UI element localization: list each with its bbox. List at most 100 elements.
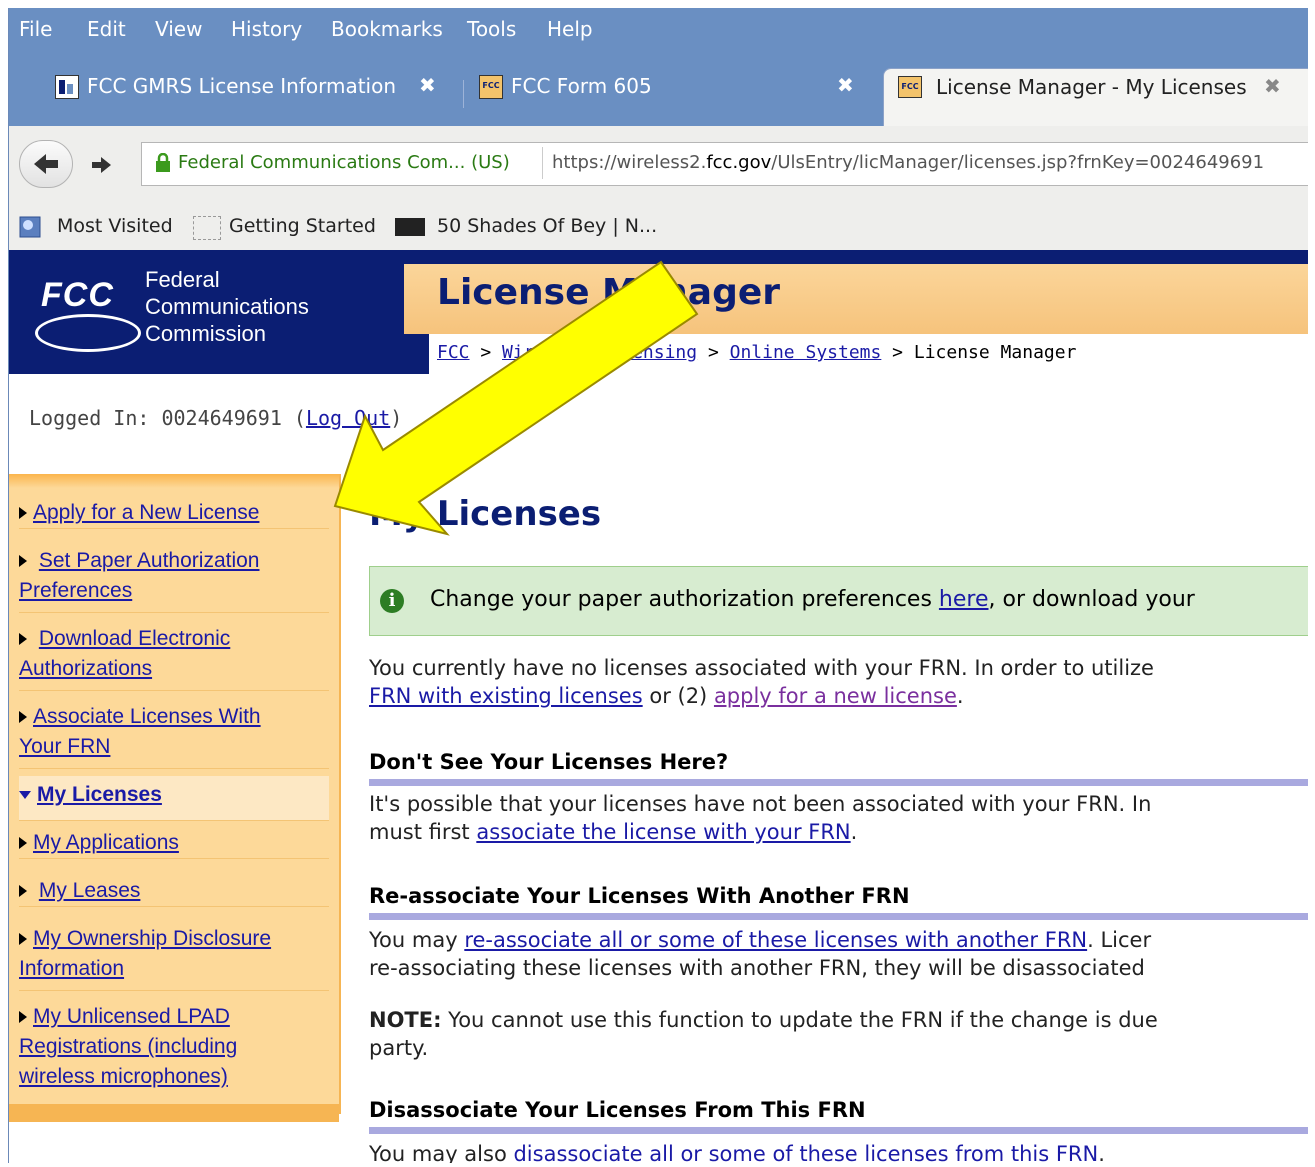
url-separator — [542, 147, 543, 179]
sidebar-item-download[interactable]: Download Electronic Authorizations — [19, 624, 329, 691]
associate-frn-link[interactable]: FRN with existing licenses — [369, 684, 643, 708]
menu-tools[interactable]: Tools — [467, 17, 516, 41]
note-text: NOTE: You cannot use this function to up… — [369, 1006, 1158, 1062]
triangle-right-icon — [19, 555, 27, 568]
triangle-right-icon — [19, 885, 27, 898]
sidebar-item-label: wireless microphones) — [19, 1065, 228, 1088]
disassociate-text: You may also disassociate all or some of… — [369, 1140, 1105, 1163]
bookmark-most-visited[interactable]: Most Visited — [57, 215, 173, 237]
fcc-page-icon — [55, 75, 79, 99]
sidebar-item-my-leases[interactable]: My Leases — [19, 876, 329, 907]
tab-bar: FCC GMRS License Information ✖ FCC FCC F… — [9, 50, 1308, 127]
text-line: party. — [369, 1036, 429, 1060]
sidebar-item-label: Set Paper Authorization — [38, 549, 260, 572]
text-line: You may also disassociate all or some of… — [369, 1140, 1105, 1163]
back-button[interactable] — [19, 140, 73, 188]
sidebar-item-paper-preferences[interactable]: Set Paper Authorization Preferences — [19, 546, 329, 613]
sidebar-item-label: Information — [19, 957, 125, 980]
sidebar-item-label: Registrations (including — [19, 1035, 238, 1058]
breadcrumb-fcc[interactable]: FCC — [437, 342, 470, 363]
agency-name: Federal Communications Commission — [145, 266, 309, 347]
bookmark-getting-started[interactable]: Getting Started — [229, 215, 376, 237]
tab-form-605[interactable]: FCC FCC Form 605 ✖ — [479, 68, 869, 108]
sidebar-item-label: My Ownership Disclosure — [33, 927, 272, 950]
navigation-bar: Federal Communications Com... (US) https… — [9, 126, 1308, 205]
text-fragment: You may — [369, 928, 465, 952]
menu-bar: File Edit View History Bookmarks Tools H… — [9, 8, 1308, 50]
sidebar-item-my-licenses[interactable]: My Licenses — [19, 776, 329, 821]
menu-edit[interactable]: Edit — [87, 17, 126, 41]
reassociate-text: You may re-associate all or some of thes… — [369, 926, 1151, 982]
sidebar-item-apply[interactable]: Apply for a New License — [19, 498, 329, 529]
disassociate-link[interactable]: disassociate all or some of these licens… — [513, 1142, 1098, 1163]
menu-bookmarks[interactable]: Bookmarks — [331, 17, 443, 41]
most-visited-icon — [19, 216, 41, 238]
breadcrumb-current: License Manager — [913, 342, 1077, 363]
text-line: re-associating these licenses with anoth… — [369, 956, 1145, 980]
agency-line3: Commission — [145, 321, 267, 346]
info-icon: i — [380, 589, 404, 613]
text-fragment: You cannot use this function to update t… — [441, 1008, 1158, 1032]
note-label: NOTE: — [369, 1008, 442, 1032]
sidebar-item-label: Associate Licenses With — [33, 705, 261, 728]
apply-new-license-link[interactable]: apply for a new license — [714, 684, 957, 708]
breadcrumb-online-systems[interactable]: Online Systems — [730, 342, 882, 363]
sidebar-item-label: Download Electronic — [38, 627, 231, 650]
section-heading: Disassociate Your Licenses From This FRN — [369, 1098, 1308, 1134]
text-line: You may re-associate all or some of thes… — [369, 926, 1151, 954]
site-identity[interactable]: Federal Communications Com... (US) — [178, 152, 510, 173]
url-path: /UlsEntry/licManager/licenses.jsp?frnKey… — [771, 152, 1265, 173]
tab-gmrs[interactable]: FCC GMRS License Information ✖ — [55, 68, 455, 108]
sidebar-item-associate[interactable]: Associate Licenses With Your FRN — [19, 702, 329, 769]
here-link[interactable]: here — [939, 587, 989, 612]
bookmark-50-shades[interactable]: 50 Shades Of Bey | N... — [437, 215, 657, 237]
sidebar-item-lpad[interactable]: My Unlicensed LPAD Registrations (includi… — [19, 1002, 329, 1096]
text-line: It's possible that your licenses have no… — [369, 792, 1152, 816]
forward-arrow-icon[interactable] — [89, 152, 115, 178]
address-bar[interactable]: Federal Communications Com... (US) https… — [141, 142, 1308, 186]
sidebar-item-ownership[interactable]: My Ownership Disclosure Information — [19, 924, 329, 991]
login-status: Logged In: 0024649691 (Log Out) — [29, 406, 402, 430]
text-fragment: . — [956, 684, 964, 708]
fcc-wordmark: FCC — [41, 276, 114, 314]
tab-license-manager[interactable]: FCC License Manager - My Licenses ✖ — [883, 68, 1308, 127]
mtv-icon — [395, 218, 425, 236]
close-icon[interactable]: ✖ — [1264, 74, 1281, 98]
menu-history[interactable]: History — [231, 17, 302, 41]
close-icon[interactable]: ✖ — [419, 73, 436, 97]
menu-file[interactable]: File — [19, 17, 52, 41]
tab-separator — [463, 80, 464, 108]
sidebar-top-edge — [9, 474, 339, 488]
url-prefix: https://wireless2. — [552, 152, 707, 173]
text-fragment: . Licer — [1087, 928, 1152, 952]
sidebar-item-label: My Applications — [33, 831, 179, 854]
agency-line2: Communications — [145, 294, 309, 319]
breadcrumb: FCC > Wireless Licensing > Online System… — [437, 342, 1077, 363]
notice-text: Change your paper authorization preferen… — [430, 587, 1195, 612]
sidebar-item-label: My Licenses — [37, 783, 162, 806]
triangle-right-icon — [19, 837, 27, 850]
text-fragment: must first — [369, 820, 477, 844]
close-icon[interactable]: ✖ — [837, 73, 854, 97]
tab-label: License Manager - My Licenses — [936, 75, 1247, 99]
text-line: must first associate the license with yo… — [369, 818, 1151, 846]
associate-license-link[interactable]: associate the license with your FRN — [476, 820, 850, 844]
url-text[interactable]: https://wireless2.fcc.gov/UlsEntry/licMa… — [552, 152, 1264, 173]
sidebar-item-label: Preferences — [19, 579, 133, 602]
triangle-right-icon — [19, 633, 27, 646]
triangle-right-icon — [19, 933, 27, 946]
text-line: FRN with existing licenses or (2) apply … — [369, 682, 1154, 710]
logout-link[interactable]: Log Out — [306, 406, 390, 430]
banner-strip — [404, 250, 1308, 264]
menu-help[interactable]: Help — [547, 17, 593, 41]
fcc-badge-icon: FCC — [898, 76, 922, 98]
notice-post: , or download your — [988, 587, 1195, 612]
menu-view[interactable]: View — [155, 17, 202, 41]
web-page: FCC Federal Communications Commission Li… — [9, 250, 1308, 1163]
triangle-down-icon — [19, 791, 31, 800]
sidebar-bottom-edge — [9, 1104, 339, 1122]
triangle-right-icon — [19, 711, 27, 724]
breadcrumb-wireless[interactable]: Wireless Licensing — [502, 342, 697, 363]
reassociate-link[interactable]: re-associate all or some of these licens… — [464, 928, 1087, 952]
sidebar-item-my-applications[interactable]: My Applications — [19, 828, 329, 859]
